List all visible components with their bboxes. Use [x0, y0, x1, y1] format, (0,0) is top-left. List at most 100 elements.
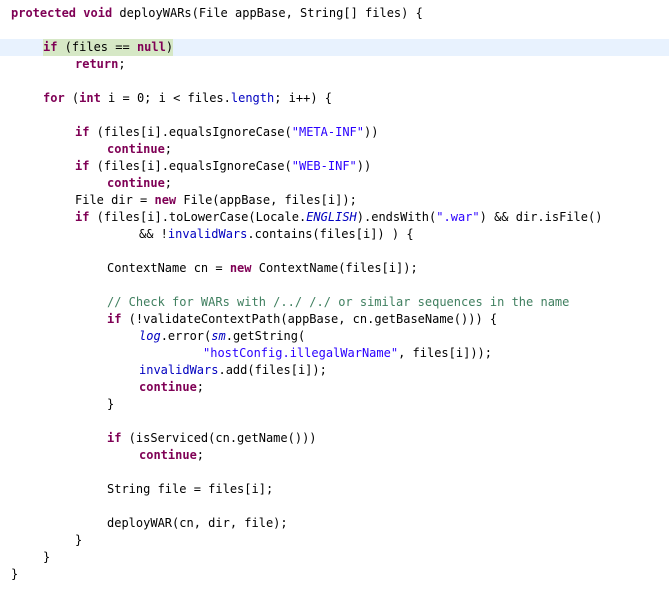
- code-line[interactable]: }: [0, 566, 669, 583]
- code-text: "hostConfig.illegalWarName", files[i]));: [203, 345, 492, 362]
- code-line[interactable]: if (files[i].equalsIgnoreCase("WEB-INF")…: [0, 158, 669, 175]
- code-token: continue: [107, 176, 165, 190]
- code-editor[interactable]: protected void deployWARs(File appBase, …: [0, 0, 669, 593]
- code-line[interactable]: [0, 498, 669, 515]
- code-token: ;: [164, 142, 173, 156]
- code-token: (files[i].equalsIgnoreCase(: [89, 125, 292, 139]
- code-token: }: [43, 550, 51, 564]
- code-token: }: [107, 397, 115, 411]
- code-token: return: [75, 57, 119, 71]
- code-token: File(appBase, files[i]);: [176, 193, 357, 207]
- code-line[interactable]: // Check for WARs with /../ /./ or simil…: [0, 294, 669, 311]
- code-line[interactable]: }: [0, 396, 669, 413]
- code-line[interactable]: deployWAR(cn, dir, file);: [0, 515, 669, 532]
- code-token: ) && dir.isFile(): [479, 210, 603, 224]
- code-line[interactable]: invalidWars.add(files[i]);: [0, 362, 669, 379]
- code-text: }: [107, 396, 114, 413]
- code-line[interactable]: protected void deployWARs(File appBase, …: [0, 5, 669, 22]
- code-line[interactable]: if (files[i].equalsIgnoreCase("META-INF"…: [0, 124, 669, 141]
- code-token: if: [75, 159, 90, 173]
- code-token: ;: [118, 57, 126, 71]
- code-token: "WEB-INF": [291, 159, 357, 173]
- code-text: log.error(sm.getString(: [139, 328, 305, 345]
- code-line[interactable]: [0, 277, 669, 294]
- code-token: ).endsWith(: [356, 210, 437, 224]
- code-text: if (files[i].equalsIgnoreCase("WEB-INF")…: [75, 158, 371, 175]
- code-token: i = 0; i < files.: [100, 91, 231, 105]
- code-line[interactable]: ContextName cn = new ContextName(files[i…: [0, 260, 669, 277]
- code-token: invalidWars: [139, 363, 219, 377]
- code-token: deployWARs(File appBase, String[] files)…: [112, 6, 423, 20]
- code-token: ;: [164, 176, 173, 190]
- code-token: ContextName(files[i]);: [251, 261, 418, 275]
- code-token: if: [107, 312, 122, 326]
- code-line[interactable]: }: [0, 549, 669, 566]
- code-text: File dir = new File(appBase, files[i]);: [75, 192, 357, 209]
- code-line[interactable]: for (int i = 0; i < files.length; i++) {: [0, 90, 669, 107]
- code-token: continue: [107, 142, 165, 156]
- code-text: return;: [75, 56, 126, 73]
- code-token: )): [356, 159, 372, 173]
- code-token: null: [136, 40, 166, 54]
- code-text: if (files == null): [43, 39, 174, 56]
- code-line[interactable]: && !invalidWars.contains(files[i]) ) {: [0, 226, 669, 243]
- code-token: continue: [139, 380, 197, 394]
- code-token: (files[i].toLowerCase(Locale.: [89, 210, 307, 224]
- code-text: continue;: [139, 379, 204, 396]
- code-token: continue: [139, 448, 197, 462]
- code-token: (files ==: [57, 40, 137, 54]
- code-line[interactable]: }: [0, 532, 669, 549]
- code-token: String file = files[i];: [107, 482, 274, 496]
- code-token: .getString(: [225, 329, 306, 343]
- code-token: ENGLISH: [306, 210, 357, 224]
- code-line[interactable]: [0, 413, 669, 430]
- code-token: (!validateContextPath(appBase, cn.getBas…: [121, 312, 498, 326]
- code-text: if (!validateContextPath(appBase, cn.get…: [107, 311, 497, 328]
- code-token: deployWAR(cn, dir, file);: [107, 516, 288, 530]
- code-line[interactable]: if (!validateContextPath(appBase, cn.get…: [0, 311, 669, 328]
- code-line[interactable]: continue;: [0, 447, 669, 464]
- code-token: ; i++) {: [274, 91, 333, 105]
- code-text: if (isServiced(cn.getName())): [107, 430, 317, 447]
- code-line[interactable]: return;: [0, 56, 669, 73]
- code-text: && !invalidWars.contains(files[i]) ) {: [139, 226, 414, 243]
- code-text: }: [11, 566, 18, 583]
- code-token: ;: [196, 448, 205, 462]
- code-line[interactable]: [0, 464, 669, 481]
- code-line[interactable]: if (files[i].toLowerCase(Locale.ENGLISH)…: [0, 209, 669, 226]
- code-line[interactable]: File dir = new File(appBase, files[i]);: [0, 192, 669, 209]
- code-line[interactable]: "hostConfig.illegalWarName", files[i]));: [0, 345, 669, 362]
- code-line[interactable]: [0, 22, 669, 39]
- code-line[interactable]: [0, 243, 669, 260]
- code-token: )): [364, 125, 379, 139]
- code-token: if: [75, 125, 90, 139]
- code-token: sm: [211, 329, 226, 343]
- code-line[interactable]: [0, 73, 669, 90]
- code-token: (: [64, 91, 80, 105]
- code-text: continue;: [107, 175, 172, 192]
- code-line[interactable]: if (files == null): [0, 39, 669, 56]
- code-token: log: [139, 329, 161, 343]
- code-text: continue;: [107, 141, 172, 158]
- code-token: ".war": [436, 210, 480, 224]
- code-token: new: [229, 261, 252, 275]
- code-token: }: [75, 533, 83, 547]
- code-line[interactable]: continue;: [0, 379, 669, 396]
- code-line[interactable]: continue;: [0, 141, 669, 158]
- code-line[interactable]: [0, 107, 669, 124]
- code-line[interactable]: if (isServiced(cn.getName())): [0, 430, 669, 447]
- code-token: "hostConfig.illegalWarName": [203, 346, 399, 360]
- code-token: .error(: [160, 329, 212, 343]
- code-token: if: [75, 210, 90, 224]
- code-text: // Check for WARs with /../ /./ or simil…: [107, 294, 569, 311]
- code-token: (files[i].equalsIgnoreCase(: [89, 159, 292, 173]
- code-token: for: [43, 91, 65, 105]
- code-line[interactable]: continue;: [0, 175, 669, 192]
- code-token: new: [154, 193, 177, 207]
- code-text: }: [75, 532, 82, 549]
- code-token: if: [107, 431, 122, 445]
- code-text: String file = files[i];: [107, 481, 273, 498]
- code-text: }: [43, 549, 50, 566]
- code-line[interactable]: String file = files[i];: [0, 481, 669, 498]
- code-line[interactable]: log.error(sm.getString(: [0, 328, 669, 345]
